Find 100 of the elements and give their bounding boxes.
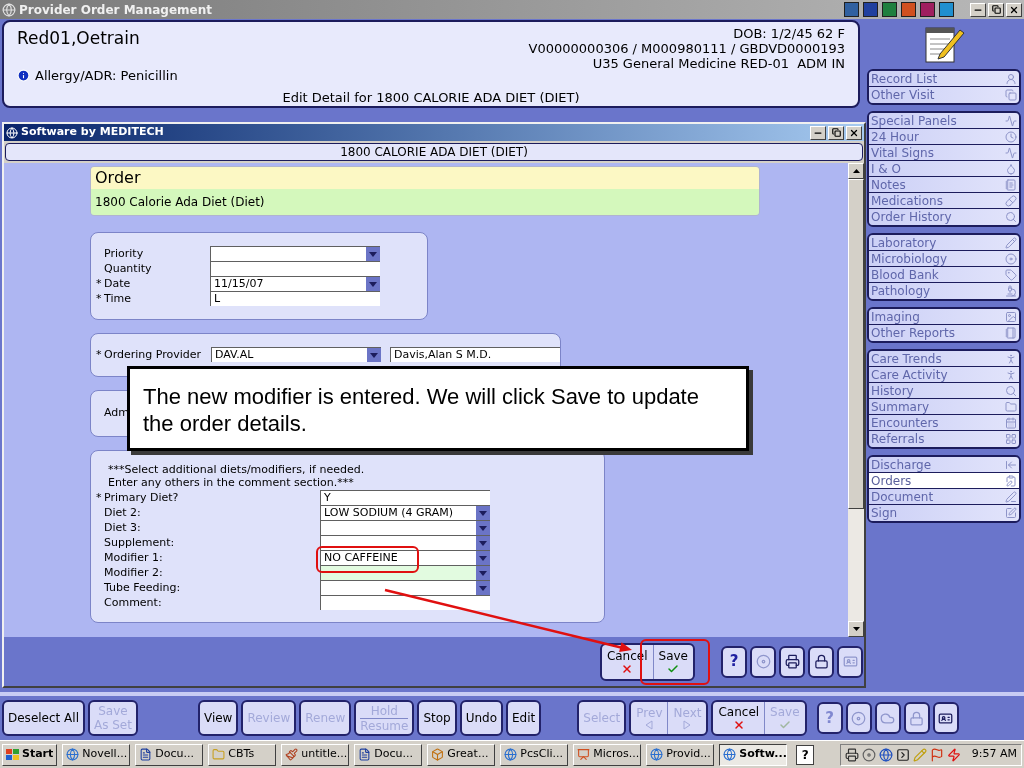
- field-label: Supplement:: [104, 535, 175, 550]
- dropdown-field[interactable]: LOW SODIUM (4 GRAM): [320, 505, 490, 520]
- dropdown-field[interactable]: [320, 580, 490, 595]
- minimize-button[interactable]: [970, 2, 986, 17]
- microscope-icon: [1005, 285, 1017, 297]
- card-button[interactable]: [932, 702, 959, 734]
- dropdown-field[interactable]: [320, 520, 490, 535]
- dropdown-field[interactable]: DAV.AL: [211, 347, 381, 362]
- text-field[interactable]: [320, 595, 490, 610]
- taskbar-button[interactable]: Great...: [427, 743, 496, 766]
- dropdown-button[interactable]: [476, 521, 490, 535]
- save-button[interactable]: Save: [653, 644, 693, 679]
- app-shortcut-icon[interactable]: [882, 2, 897, 17]
- close-button[interactable]: [846, 125, 862, 140]
- minimize-button[interactable]: [810, 125, 826, 140]
- dropdown-button[interactable]: [476, 566, 490, 580]
- toolbar-button[interactable]: View: [197, 700, 239, 736]
- nav-item[interactable]: Special Panels: [869, 113, 1019, 129]
- taskbar-button[interactable]: untitle...: [281, 743, 350, 766]
- dropdown-button[interactable]: [367, 348, 381, 362]
- nav-item[interactable]: 24 Hour: [869, 129, 1019, 145]
- restore-button[interactable]: [828, 125, 844, 140]
- nav-item[interactable]: Order History: [869, 209, 1019, 225]
- birth-info: DOB: 1/2/45 62 F: [733, 26, 845, 41]
- nav-item[interactable]: Laboratory: [869, 235, 1019, 251]
- dropdown-button[interactable]: [366, 247, 380, 261]
- nav-item[interactable]: Orders: [869, 473, 1019, 489]
- toolbar-button[interactable]: Stop: [417, 700, 457, 736]
- restore-icon: [831, 128, 841, 137]
- field-label: Diet 2:: [104, 505, 141, 520]
- nav-item[interactable]: Vital Signs: [869, 145, 1019, 161]
- nav-item[interactable]: Other Visit: [869, 87, 1019, 103]
- nav-item[interactable]: Document: [869, 489, 1019, 505]
- nav-item[interactable]: Microbiology: [869, 251, 1019, 267]
- nav-item[interactable]: Encounters: [869, 415, 1019, 431]
- nav-item[interactable]: Notes: [869, 177, 1019, 193]
- field-label: Time: [104, 291, 131, 306]
- taskbar-button[interactable]: PcsCli...: [500, 743, 569, 766]
- clock-icon: [1005, 130, 1017, 143]
- toolbar-button[interactable]: Deselect All: [2, 700, 85, 736]
- nav-item[interactable]: Imaging: [869, 309, 1019, 325]
- nav-item[interactable]: Blood Bank: [869, 267, 1019, 283]
- printer-button[interactable]: [779, 645, 805, 678]
- restore-button[interactable]: [988, 2, 1004, 17]
- help-button[interactable]: ?: [721, 645, 747, 678]
- dropdown-field[interactable]: [320, 535, 490, 550]
- nav-item[interactable]: Sign: [869, 505, 1019, 521]
- nav-item[interactable]: Summary: [869, 399, 1019, 415]
- dropdown-button[interactable]: [366, 277, 380, 291]
- globe-icon: [66, 748, 80, 761]
- card-icon: [842, 654, 858, 669]
- toolbar-button[interactable]: Undo: [459, 700, 503, 736]
- globe-icon: [504, 748, 518, 761]
- text-field[interactable]: [210, 261, 380, 276]
- nav-item[interactable]: Discharge: [869, 457, 1019, 473]
- toolbar-button[interactable]: Edit: [506, 700, 542, 736]
- taskbar-button[interactable]: CBTs: [208, 743, 277, 766]
- dropdown-field[interactable]: [320, 565, 490, 580]
- nav-item[interactable]: History: [869, 383, 1019, 399]
- nav-item[interactable]: Care Activity: [869, 367, 1019, 383]
- dropdown-field[interactable]: NO CAFFEINE: [320, 550, 490, 565]
- pen-icon: [1005, 490, 1017, 503]
- cancel-button[interactable]: Cancel: [713, 702, 766, 734]
- help-button[interactable]: ?: [796, 744, 815, 765]
- scroll-thumb[interactable]: [848, 179, 864, 509]
- caret-icon: [479, 525, 487, 531]
- dropdown-button[interactable]: [476, 581, 490, 595]
- nav-item[interactable]: Other Reports: [869, 325, 1019, 341]
- app-shortcut-icon[interactable]: [844, 2, 859, 17]
- notebook-icon: [1005, 327, 1017, 339]
- dropdown-button[interactable]: [476, 551, 490, 565]
- start-button[interactable]: Start: [2, 743, 58, 766]
- app-shortcut-icon[interactable]: [939, 2, 954, 17]
- dropdown-field[interactable]: [210, 246, 380, 261]
- text-field[interactable]: Davis,Alan S M.D.: [390, 347, 560, 362]
- search-icon: [1005, 211, 1017, 223]
- taskbar-button[interactable]: Docu...: [354, 743, 423, 766]
- text-field[interactable]: Y: [320, 490, 490, 505]
- scroll-up-button[interactable]: [848, 163, 864, 179]
- taskbar-button[interactable]: Micros...: [573, 743, 642, 766]
- dropdown-button[interactable]: [476, 536, 490, 550]
- dropdown-field[interactable]: 11/15/07: [210, 276, 380, 291]
- window-title: Provider Order Management: [19, 1, 212, 19]
- taskbar-button[interactable]: Docu...: [135, 743, 204, 766]
- text-field[interactable]: L: [210, 291, 380, 306]
- nav-item[interactable]: I & O: [869, 161, 1019, 177]
- taskbar-button[interactable]: Novell...: [62, 743, 131, 766]
- close-button[interactable]: [1006, 2, 1022, 17]
- nav-item[interactable]: Referrals: [869, 431, 1019, 447]
- disc-icon: [851, 710, 867, 726]
- dropdown-button[interactable]: [476, 506, 490, 520]
- nav-item[interactable]: Pathology: [869, 283, 1019, 299]
- nav-item[interactable]: Care Trends: [869, 351, 1019, 367]
- taskbar-button[interactable]: Provid...: [646, 743, 715, 766]
- lock-button[interactable]: [808, 645, 834, 678]
- app-shortcut-icon[interactable]: [901, 2, 916, 17]
- scroll-down-button[interactable]: [848, 621, 864, 637]
- nav-item[interactable]: Record List: [869, 71, 1019, 87]
- taskbar-button[interactable]: Softw...: [719, 743, 788, 766]
- nav-item[interactable]: Medications: [869, 193, 1019, 209]
